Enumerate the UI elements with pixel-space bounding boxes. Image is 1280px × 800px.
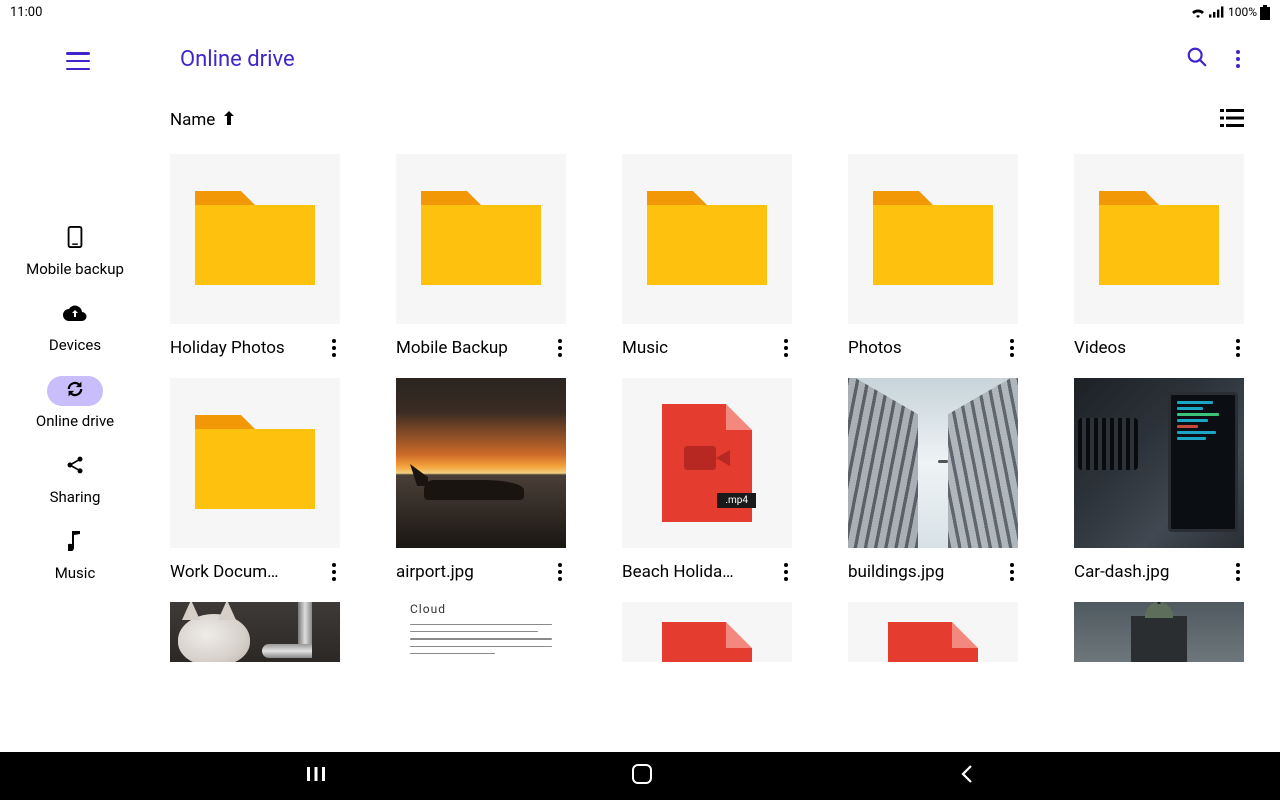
image-thumbnail: [396, 378, 566, 548]
view-toggle-button[interactable]: [1220, 109, 1244, 131]
image-thumbnail: [848, 378, 1018, 548]
item-name: Photos: [848, 338, 902, 358]
file-item[interactable]: [622, 602, 792, 662]
folder-thumbnail: [170, 154, 340, 324]
smartphone-icon: [67, 226, 83, 252]
file-grid: Holiday Photos Mobile Backup Music Photo…: [170, 154, 1252, 662]
folder-item[interactable]: Photos: [848, 154, 1018, 358]
sidebar-item-label: Mobile backup: [26, 260, 124, 278]
item-name: Mobile Backup: [396, 338, 508, 358]
search-button[interactable]: [1186, 46, 1208, 72]
item-name: Work Docum…: [170, 562, 279, 582]
file-thumbnail: [622, 602, 792, 662]
back-button[interactable]: [959, 764, 975, 788]
item-menu-button[interactable]: [328, 339, 340, 357]
item-name: Videos: [1074, 338, 1126, 358]
folder-thumbnail: [622, 154, 792, 324]
file-item[interactable]: Cloud: [396, 602, 566, 662]
video-thumbnail: .mp4: [622, 378, 792, 548]
item-menu-button[interactable]: [1232, 563, 1244, 581]
sidebar-item-online-drive[interactable]: Online drive: [0, 372, 150, 444]
item-menu-button[interactable]: [554, 563, 566, 581]
folder-thumbnail: [1074, 154, 1244, 324]
home-button[interactable]: [631, 763, 653, 789]
folder-item[interactable]: Mobile Backup: [396, 154, 566, 358]
folder-thumbnail: [848, 154, 1018, 324]
item-name: airport.jpg: [396, 562, 474, 582]
sidebar-item-mobile-backup[interactable]: Mobile backup: [0, 220, 150, 292]
sort-label: Name: [170, 110, 215, 130]
recents-button[interactable]: [306, 764, 326, 788]
signal-icon: [1209, 6, 1225, 18]
document-thumbnail: Cloud: [396, 602, 566, 662]
sidebar-item-sharing[interactable]: Sharing: [0, 448, 150, 520]
image-thumbnail: [170, 602, 340, 662]
sort-button[interactable]: Name: [170, 110, 235, 130]
sidebar-item-music[interactable]: Music: [0, 524, 150, 596]
file-thumbnail: [848, 602, 1018, 662]
cloud-upload-icon: [63, 305, 87, 325]
header: Online drive: [150, 24, 1252, 94]
arrow-up-icon: [223, 110, 235, 130]
sidebar-item-label: Devices: [49, 336, 101, 354]
file-item[interactable]: airport.jpg: [396, 378, 566, 582]
item-menu-button[interactable]: [1006, 563, 1018, 581]
sidebar-item-devices[interactable]: Devices: [0, 296, 150, 368]
image-thumbnail: [1074, 378, 1244, 548]
subheader: Name: [170, 100, 1252, 140]
folder-thumbnail: [396, 154, 566, 324]
menu-button[interactable]: [66, 52, 90, 70]
image-thumbnail: [1074, 602, 1244, 662]
item-name: Music: [622, 338, 668, 358]
folder-item[interactable]: Work Docum…: [170, 378, 340, 582]
item-name: buildings.jpg: [848, 562, 944, 582]
doc-thumb-title: Cloud: [410, 602, 552, 616]
item-menu-button[interactable]: [554, 339, 566, 357]
item-menu-button[interactable]: [328, 563, 340, 581]
sidebar: Mobile backup Devices Online drive Shari…: [0, 24, 150, 752]
status-time: 11:00: [10, 5, 42, 20]
folder-item[interactable]: Music: [622, 154, 792, 358]
sidebar-nav: Mobile backup Devices Online drive Shari…: [0, 220, 150, 596]
status-bar: 11:00 100%: [0, 0, 1280, 24]
wifi-icon: [1190, 6, 1206, 18]
music-note-icon: [68, 531, 82, 555]
system-nav-bar: [0, 752, 1280, 800]
item-name: Car-dash.jpg: [1074, 562, 1169, 582]
share-icon: [65, 455, 85, 479]
item-name: Holiday Photos: [170, 338, 285, 358]
item-menu-button[interactable]: [780, 563, 792, 581]
file-item[interactable]: .mp4 Beach Holida…: [622, 378, 792, 582]
battery-percent: 100%: [1228, 5, 1257, 19]
item-name: Beach Holida…: [622, 562, 734, 582]
sync-icon: [64, 379, 86, 403]
item-menu-button[interactable]: [780, 339, 792, 357]
file-item[interactable]: Car-dash.jpg: [1074, 378, 1244, 582]
file-item[interactable]: [848, 602, 1018, 662]
battery-icon: [1260, 5, 1270, 20]
file-item[interactable]: [170, 602, 340, 662]
file-item[interactable]: buildings.jpg: [848, 378, 1018, 582]
folder-thumbnail: [170, 378, 340, 548]
page-title: Online drive: [180, 47, 295, 72]
file-extension-badge: .mp4: [717, 493, 756, 508]
folder-item[interactable]: Holiday Photos: [170, 154, 340, 358]
status-right: 100%: [1190, 5, 1270, 20]
more-options-button[interactable]: [1236, 50, 1240, 68]
sidebar-item-label: Music: [55, 564, 96, 582]
item-menu-button[interactable]: [1006, 339, 1018, 357]
sidebar-item-label: Online drive: [36, 412, 114, 430]
item-menu-button[interactable]: [1232, 339, 1244, 357]
sidebar-item-label: Sharing: [50, 488, 101, 506]
main-content: Online drive Name: [150, 24, 1280, 752]
folder-item[interactable]: Videos: [1074, 154, 1244, 358]
file-item[interactable]: [1074, 602, 1244, 662]
